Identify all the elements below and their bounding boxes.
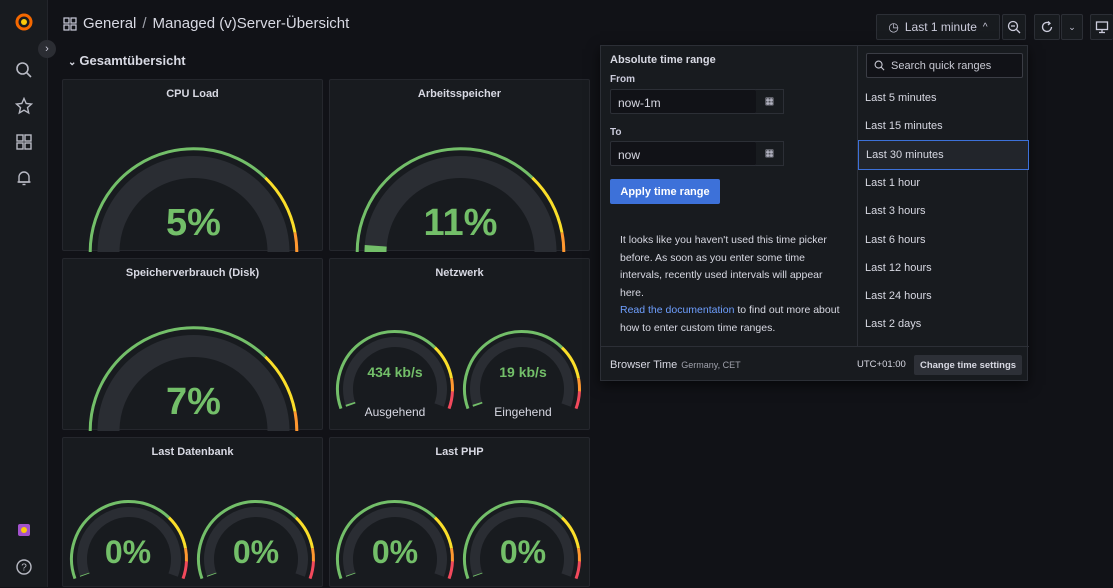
quick-ranges-section: Search quick ranges Last 5 minutesLast 1… bbox=[857, 46, 1029, 346]
gauge-value-in: 19 kb/s bbox=[478, 364, 568, 380]
search-icon[interactable] bbox=[12, 58, 36, 82]
quick-range-item[interactable]: Last 1 hour bbox=[858, 168, 1029, 198]
bell-icon[interactable] bbox=[12, 166, 36, 190]
time-range-label: Last 1 minute bbox=[905, 20, 977, 34]
documentation-link[interactable]: Read the documentation bbox=[620, 304, 734, 316]
breadcrumb-separator: / bbox=[142, 15, 146, 32]
side-nav: ? bbox=[0, 0, 48, 587]
quick-range-item[interactable]: Last 15 minutes bbox=[858, 111, 1029, 141]
gauge-value: 5% bbox=[63, 202, 324, 245]
quick-range-item[interactable]: Last 3 hours bbox=[858, 196, 1029, 226]
to-label: To bbox=[610, 127, 621, 138]
calendar-icon[interactable]: ▦ bbox=[756, 141, 784, 166]
star-icon[interactable] bbox=[12, 94, 36, 118]
panel-network[interactable]: Netzwerk 434 kb/s 19 kb/s Ausgehend Eing… bbox=[329, 258, 590, 430]
grafana-logo-icon[interactable] bbox=[12, 10, 36, 34]
absolute-range-header: Absolute time range bbox=[610, 54, 716, 66]
gauge-value: 0% bbox=[478, 534, 568, 571]
dashboards-icon[interactable] bbox=[12, 130, 36, 154]
chevron-up-icon: ^ bbox=[983, 22, 988, 33]
quick-range-search-input[interactable]: Search quick ranges bbox=[866, 53, 1023, 78]
gauge-value-out: 434 kb/s bbox=[350, 364, 440, 380]
browser-time-label: Browser Time bbox=[610, 359, 677, 371]
refresh-button[interactable] bbox=[1034, 14, 1060, 40]
apply-time-range-button[interactable]: Apply time range bbox=[610, 179, 720, 204]
chevron-down-icon: ⌄ bbox=[68, 57, 76, 68]
time-picker-dropdown: Absolute time range From now-1m ▦ To now… bbox=[600, 45, 1028, 381]
zoom-out-button[interactable] bbox=[1002, 14, 1026, 40]
monitor-icon bbox=[1095, 20, 1109, 34]
to-input[interactable]: now bbox=[610, 141, 757, 166]
breadcrumb-folder[interactable]: General bbox=[83, 15, 136, 32]
panel-memory[interactable]: Arbeitsspeicher 11% bbox=[329, 79, 590, 251]
search-placeholder: Search quick ranges bbox=[891, 60, 991, 72]
calendar-icon[interactable]: ▦ bbox=[756, 89, 784, 114]
search-icon bbox=[874, 60, 885, 71]
time-picker-footer: Browser Time Germany, CET UTC+01:00 Chang… bbox=[601, 346, 1029, 382]
threshold-orange bbox=[578, 378, 579, 391]
panel-php[interactable]: Last PHP 0% 0% bbox=[329, 437, 590, 587]
gauge-label-out: Ausgehend bbox=[350, 405, 440, 419]
gauge-value: 11% bbox=[330, 202, 591, 245]
refresh-icon bbox=[1040, 20, 1054, 34]
threshold-red bbox=[310, 561, 313, 578]
dashboard-grid-icon bbox=[63, 17, 77, 31]
gauge-value: 7% bbox=[63, 381, 324, 424]
help-body: It looks like you haven't used this time… bbox=[620, 234, 827, 299]
breadcrumb-dashboard: Managed (v)Server-Übersicht bbox=[153, 15, 350, 32]
svg-text:?: ? bbox=[21, 563, 27, 574]
threshold-orange bbox=[312, 548, 313, 561]
threshold-red bbox=[576, 561, 579, 578]
from-input[interactable]: now-1m bbox=[610, 89, 757, 114]
quick-range-item[interactable]: Last 6 hours bbox=[858, 225, 1029, 255]
tv-mode-button[interactable] bbox=[1090, 14, 1113, 40]
gauge-value: 0% bbox=[350, 534, 440, 571]
row-title-label: Gesamtübersicht bbox=[79, 53, 185, 68]
browser-time-location: Germany, CET bbox=[681, 360, 740, 370]
quick-range-item[interactable]: Last 24 hours bbox=[858, 281, 1029, 311]
panel-db[interactable]: Last Datenbank 0% 0% bbox=[62, 437, 323, 587]
time-picker-button[interactable]: ◷ Last 1 minute ^ bbox=[876, 14, 1000, 40]
chevron-down-icon: ⌄ bbox=[1068, 22, 1076, 33]
plugin-icon[interactable] bbox=[12, 518, 36, 542]
zoom-out-icon bbox=[1007, 20, 1021, 34]
quick-range-item[interactable]: Last 30 minutes bbox=[858, 140, 1029, 170]
from-label: From bbox=[610, 74, 635, 85]
quick-range-item[interactable]: Last 2 days bbox=[858, 309, 1029, 339]
browser-time: Browser Time Germany, CET bbox=[610, 359, 741, 371]
panel-cpu[interactable]: CPU Load 5% bbox=[62, 79, 323, 251]
clock-icon: ◷ bbox=[888, 20, 898, 34]
quick-range-item[interactable]: Last 5 minutes bbox=[858, 83, 1029, 113]
breadcrumb: General / Managed (v)Server-Übersicht bbox=[63, 15, 349, 32]
absolute-range-section: Absolute time range From now-1m ▦ To now… bbox=[601, 46, 857, 346]
refresh-interval-dropdown[interactable]: ⌄ bbox=[1061, 14, 1083, 40]
row-title[interactable]: ⌄Gesamtübersicht bbox=[68, 53, 186, 68]
gauge-label-in: Eingehend bbox=[478, 405, 568, 419]
gauge-fill bbox=[376, 246, 381, 252]
expand-nav-icon[interactable]: › bbox=[38, 40, 56, 58]
utc-offset: UTC+01:00 bbox=[857, 359, 906, 370]
threshold-red bbox=[576, 391, 579, 408]
quick-range-item[interactable]: Last 12 hours bbox=[858, 253, 1029, 283]
threshold-orange bbox=[578, 548, 579, 561]
help-icon[interactable]: ? bbox=[12, 555, 36, 579]
gauge-value: 0% bbox=[83, 534, 173, 571]
help-text: It looks like you haven't used this time… bbox=[620, 232, 845, 337]
gauge-value: 0% bbox=[211, 534, 301, 571]
panel-disk[interactable]: Speicherverbrauch (Disk) 7% bbox=[62, 258, 323, 430]
change-time-settings-button[interactable]: Change time settings bbox=[914, 355, 1022, 375]
